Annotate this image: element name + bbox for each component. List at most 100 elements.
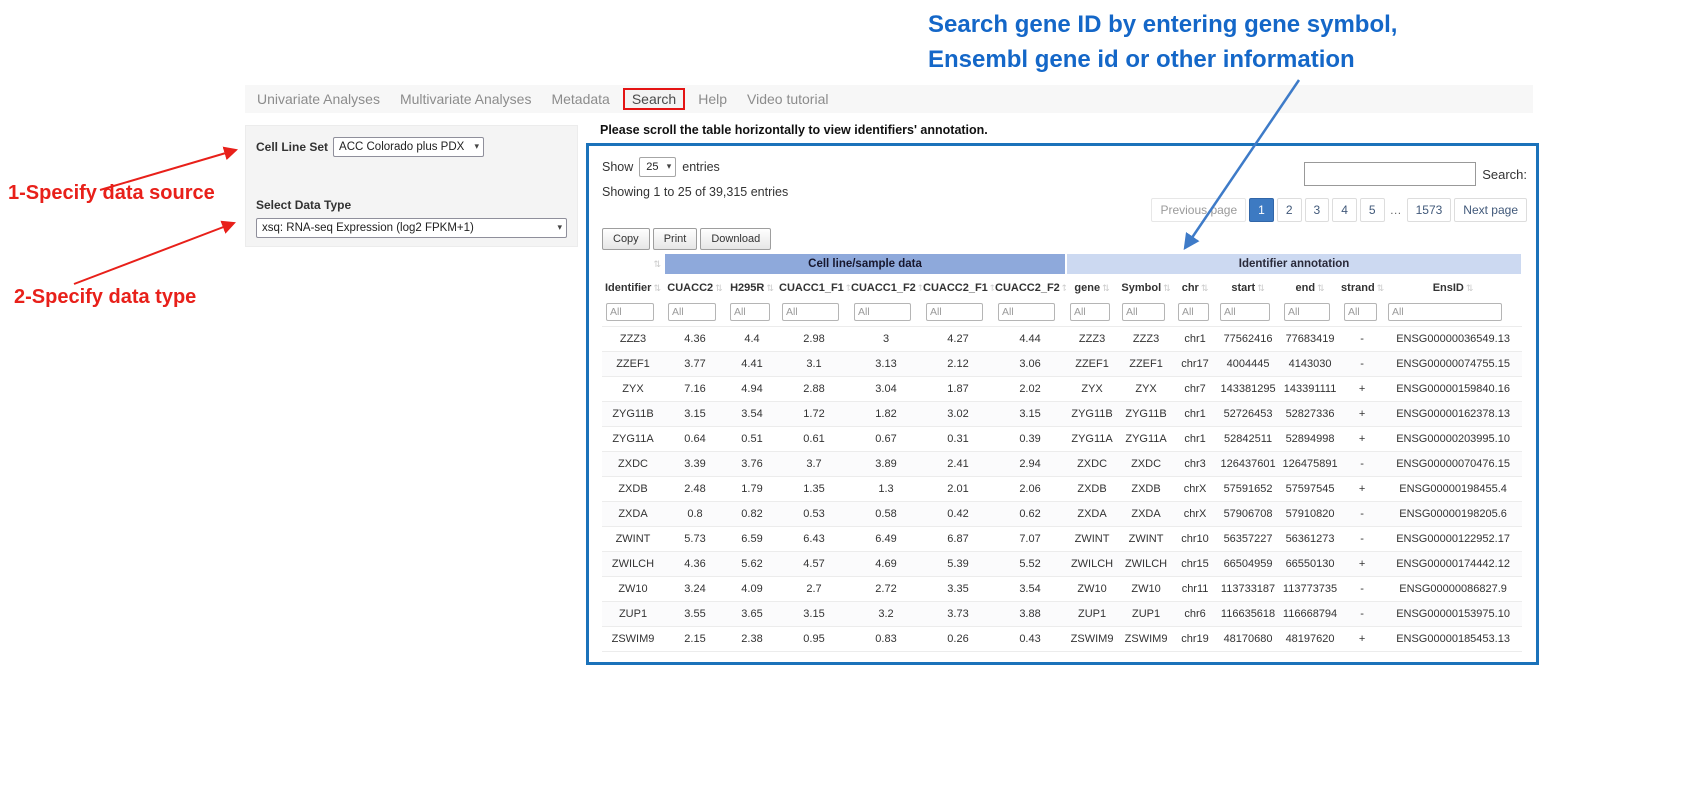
table-search-input[interactable]: [1304, 162, 1476, 186]
table-row[interactable]: ZXDC3.393.763.73.892.412.94ZXDCZXDCchr31…: [602, 452, 1522, 477]
column-header-cuacc2-f2[interactable]: CUACC2_F2⇅: [994, 275, 1066, 300]
filter-input-cuacc2-f2[interactable]: [998, 303, 1055, 321]
column-header-cuacc2-f1[interactable]: CUACC2_F1⇅: [922, 275, 994, 300]
table-cell: chr17: [1174, 352, 1216, 377]
sort-icon: ⇅: [715, 283, 723, 293]
page-4-button[interactable]: 4: [1332, 198, 1357, 222]
table-row[interactable]: ZYG11B3.153.541.721.823.023.15ZYG11BZYG1…: [602, 402, 1522, 427]
data-type-select-wrap: xsq: RNA-seq Expression (log2 FPKM+1): [256, 218, 567, 238]
page-5-button[interactable]: 5: [1360, 198, 1385, 222]
table-row[interactable]: ZXDB2.481.791.351.32.012.06ZXDBZXDBchrX5…: [602, 477, 1522, 502]
table-cell: ZUP1: [1118, 602, 1174, 627]
column-header-strand[interactable]: strand⇅: [1340, 275, 1384, 300]
table-cell: -: [1340, 502, 1384, 527]
filter-input-cuacc2[interactable]: [668, 303, 716, 321]
nav-item-multivariate-analyses[interactable]: Multivariate Analyses: [390, 88, 542, 110]
filter-input-symbol[interactable]: [1122, 303, 1165, 321]
print-button[interactable]: Print: [653, 228, 698, 250]
nav-item-search[interactable]: Search: [623, 88, 685, 110]
column-header-gene[interactable]: gene⇅: [1066, 275, 1118, 300]
nav-item-video-tutorial[interactable]: Video tutorial: [737, 88, 838, 110]
table-cell: 3.02: [922, 402, 994, 427]
next-page-button[interactable]: Next page: [1454, 198, 1527, 222]
column-header-cuacc1-f2[interactable]: CUACC1_F2⇅: [850, 275, 922, 300]
filter-input-gene[interactable]: [1070, 303, 1110, 321]
column-header-cuacc2[interactable]: CUACC2⇅: [664, 275, 726, 300]
filter-input-ensid[interactable]: [1388, 303, 1502, 321]
table-row[interactable]: ZYX7.164.942.883.041.872.02ZYXZYXchr7143…: [602, 377, 1522, 402]
page-ellipsis: …: [1388, 199, 1404, 221]
table-row[interactable]: ZW103.244.092.72.723.353.54ZW10ZW10chr11…: [602, 577, 1522, 602]
table-row[interactable]: ZWILCH4.365.624.574.695.395.52ZWILCHZWIL…: [602, 552, 1522, 577]
table-row[interactable]: ZSWIM92.152.380.950.830.260.43ZSWIM9ZSWI…: [602, 627, 1522, 652]
table-cell: 5.73: [664, 527, 726, 552]
copy-button[interactable]: Copy: [602, 228, 650, 250]
column-header-cuacc1-f1[interactable]: CUACC1_F1⇅: [778, 275, 850, 300]
table-row[interactable]: ZWINT5.736.596.436.496.877.07ZWINTZWINTc…: [602, 527, 1522, 552]
table-cell: chrX: [1174, 502, 1216, 527]
table-cell: 4.57: [778, 552, 850, 577]
table-cell: 2.72: [850, 577, 922, 602]
table-cell: 3.1: [778, 352, 850, 377]
table-cell: 0.67: [850, 427, 922, 452]
filter-input-h295r[interactable]: [730, 303, 770, 321]
nav-item-help[interactable]: Help: [688, 88, 737, 110]
filter-input-start[interactable]: [1220, 303, 1270, 321]
table-cell: ZYG11B: [602, 402, 664, 427]
table-cell: 3.24: [664, 577, 726, 602]
column-label: EnsID: [1433, 282, 1464, 294]
filter-input-end[interactable]: [1284, 303, 1330, 321]
column-label: chr: [1182, 282, 1199, 294]
table-row[interactable]: ZYG11A0.640.510.610.670.310.39ZYG11AZYG1…: [602, 427, 1522, 452]
cell-line-set-select[interactable]: ACC Colorado plus PDX: [333, 137, 484, 157]
column-header-chr[interactable]: chr⇅: [1174, 275, 1216, 300]
nav-item-univariate-analyses[interactable]: Univariate Analyses: [247, 88, 390, 110]
filter-input-cuacc1-f1[interactable]: [782, 303, 839, 321]
page-length-select-wrap: 25: [639, 157, 676, 177]
data-type-select[interactable]: xsq: RNA-seq Expression (log2 FPKM+1): [256, 218, 567, 238]
filter-input-cuacc2-f1[interactable]: [926, 303, 983, 321]
table-cell: 6.59: [726, 527, 778, 552]
page-1-button[interactable]: 1: [1249, 198, 1274, 222]
column-header-symbol[interactable]: Symbol⇅: [1118, 275, 1174, 300]
filter-input-chr[interactable]: [1178, 303, 1209, 321]
page-1573-button[interactable]: 1573: [1407, 198, 1452, 222]
column-label: gene: [1074, 282, 1100, 294]
table-row[interactable]: ZXDA0.80.820.530.580.420.62ZXDAZXDAchrX5…: [602, 502, 1522, 527]
table-row[interactable]: ZZEF13.774.413.13.132.123.06ZZEF1ZZEF1ch…: [602, 352, 1522, 377]
filter-cell-chr: [1174, 300, 1216, 327]
table-row[interactable]: ZZZ34.364.42.9834.274.44ZZZ3ZZZ3chr17756…: [602, 327, 1522, 352]
column-header-end[interactable]: end⇅: [1280, 275, 1340, 300]
table-cell: 2.02: [994, 377, 1066, 402]
table-cell: 3.88: [994, 602, 1066, 627]
previous-page-button[interactable]: Previous page: [1151, 198, 1246, 222]
table-cell: 5.52: [994, 552, 1066, 577]
column-header-start[interactable]: start⇅: [1216, 275, 1280, 300]
sidebar-panel: Cell Line Set ACC Colorado plus PDX Sele…: [245, 125, 578, 247]
table-cell: 126475891: [1280, 452, 1340, 477]
table-cell: 0.42: [922, 502, 994, 527]
cell-line-set-select-wrap: ACC Colorado plus PDX: [333, 137, 484, 157]
table-cell: ENSG00000036549.13: [1384, 327, 1522, 352]
table-cell: ZYG11A: [1066, 427, 1118, 452]
filter-cell-h295r: [726, 300, 778, 327]
filter-input-identifier[interactable]: [606, 303, 654, 321]
table-cell: 2.38: [726, 627, 778, 652]
table-cell: 0.26: [922, 627, 994, 652]
table-cell: 5.62: [726, 552, 778, 577]
download-button[interactable]: Download: [700, 228, 771, 250]
filter-input-strand[interactable]: [1344, 303, 1377, 321]
filter-cell-cuacc1-f2: [850, 300, 922, 327]
sort-icon: ⇅: [653, 259, 661, 269]
page-3-button[interactable]: 3: [1305, 198, 1330, 222]
column-header-h295r[interactable]: H295R⇅: [726, 275, 778, 300]
filter-input-cuacc1-f2[interactable]: [854, 303, 911, 321]
column-label: CUACC1_F1: [779, 282, 844, 294]
table-cell: 116635618: [1216, 602, 1280, 627]
table-row[interactable]: ZUP13.553.653.153.23.733.88ZUP1ZUP1chr61…: [602, 602, 1522, 627]
page-2-button[interactable]: 2: [1277, 198, 1302, 222]
nav-item-metadata[interactable]: Metadata: [541, 88, 619, 110]
column-header-identifier[interactable]: Identifier⇅: [602, 275, 664, 300]
column-header-ensid[interactable]: EnsID⇅: [1384, 275, 1522, 300]
page-length-select[interactable]: 25: [639, 157, 676, 177]
